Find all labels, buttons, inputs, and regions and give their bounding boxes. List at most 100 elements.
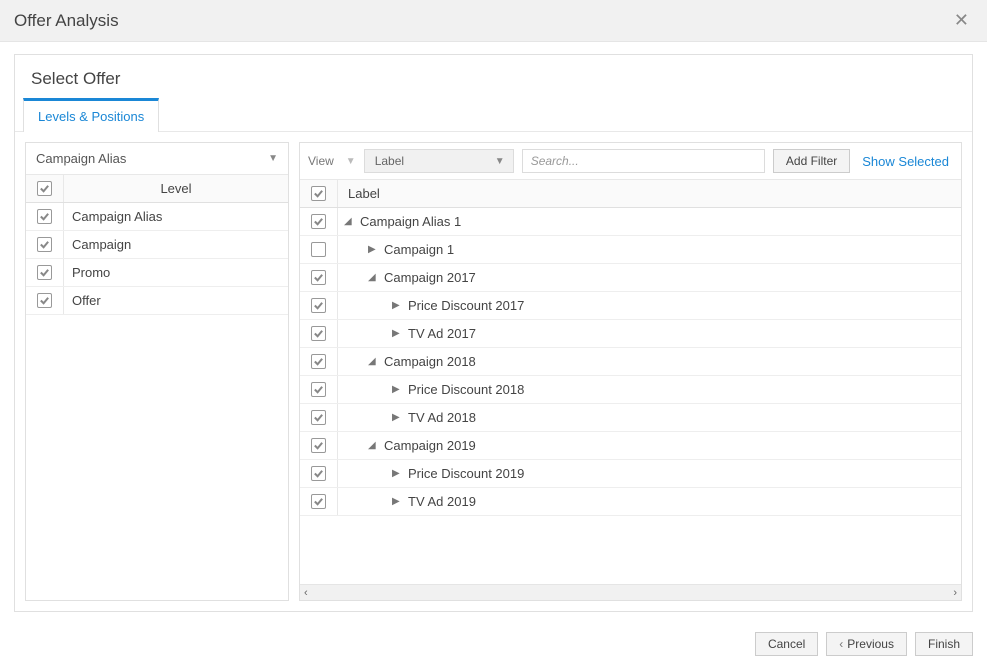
expand-icon[interactable]: ◢ (344, 216, 356, 227)
expand-icon[interactable]: ◢ (368, 356, 380, 367)
cancel-button[interactable]: Cancel (755, 632, 818, 656)
checkbox-icon (311, 466, 326, 481)
chevron-left-icon: ‹ (839, 637, 843, 651)
tree-row[interactable]: ◢ Campaign 2019 (300, 432, 961, 460)
tree-label: Campaign 2019 (384, 438, 476, 453)
level-checkbox[interactable] (26, 259, 64, 286)
collapse-icon[interactable]: ▶ (392, 384, 404, 395)
chevron-down-icon[interactable]: ▼ (346, 156, 356, 167)
tabs: Levels & Positions (15, 97, 972, 132)
grid-header: Label (300, 180, 961, 208)
level-label: Promo (64, 259, 288, 286)
collapse-icon[interactable]: ▶ (392, 412, 404, 423)
positions-pane: View ▼ Label ▼ Add Filter Show Selected (299, 142, 962, 601)
row-checkbox[interactable] (300, 404, 338, 431)
add-filter-button[interactable]: Add Filter (773, 149, 850, 173)
tree-label-cell: ▶ TV Ad 2019 (338, 489, 961, 514)
expand-icon[interactable]: ◢ (368, 440, 380, 451)
collapse-icon[interactable]: ▶ (392, 328, 404, 339)
level-row[interactable]: Promo (26, 259, 288, 287)
collapse-icon[interactable]: ▶ (392, 468, 404, 479)
level-checkbox[interactable] (26, 287, 64, 314)
tree-row[interactable]: ◢Campaign 2017 (300, 264, 961, 292)
tree-row[interactable]: ◢Campaign Alias 1 (300, 208, 961, 236)
chevron-down-icon: ▼ (268, 153, 278, 164)
checkbox-icon (311, 354, 326, 369)
checkbox-icon (37, 181, 52, 196)
horizontal-scrollbar[interactable]: ‹ › (300, 584, 961, 600)
tree-label-cell: ◢ Campaign 2019 (338, 433, 961, 458)
row-checkbox[interactable] (300, 348, 338, 375)
tree-row[interactable]: ▶Price Discount 2017 (300, 292, 961, 320)
tree-label-cell: ◢Campaign Alias 1 (338, 209, 961, 234)
collapse-icon[interactable]: ▶ (392, 496, 404, 507)
collapse-icon[interactable]: ▶ (392, 300, 404, 311)
row-checkbox[interactable] (300, 208, 338, 235)
panel-title: Select Offer (15, 55, 972, 97)
tree-label: TV Ad 2019 (408, 494, 476, 509)
tree-label-cell: ◢Campaign 2017 (338, 265, 961, 290)
row-checkbox[interactable] (300, 488, 338, 515)
row-checkbox[interactable] (300, 320, 338, 347)
level-label: Campaign Alias (64, 203, 288, 230)
tree-row[interactable]: ◢Campaign 2018 (300, 348, 961, 376)
tree-label-cell: ▶ Price Discount 2018 (338, 377, 961, 402)
row-checkbox[interactable] (300, 432, 338, 459)
level-row[interactable]: Offer (26, 287, 288, 315)
tree-row[interactable]: ▶TV Ad 2018 (300, 404, 961, 432)
tree-label-cell: ▶ TV Ad 2017 (338, 321, 961, 346)
checkbox-icon (311, 326, 326, 341)
level-row[interactable]: Campaign (26, 231, 288, 259)
levels-body: Campaign AliasCampaignPromoOffer (26, 203, 288, 315)
checkbox-icon (311, 186, 326, 201)
panel: Select Offer Levels & Positions Campaign… (14, 54, 973, 612)
grid-header-label: Label (338, 180, 961, 207)
row-checkbox[interactable] (300, 292, 338, 319)
scroll-left-icon[interactable]: ‹ (304, 587, 308, 599)
level-row[interactable]: Campaign Alias (26, 203, 288, 231)
close-icon[interactable]: ✕ (950, 10, 973, 31)
previous-button[interactable]: ‹ Previous (826, 632, 907, 656)
checkbox-icon (311, 438, 326, 453)
dialog-title: Offer Analysis (14, 11, 119, 31)
dialog: Offer Analysis ✕ Select Offer Levels & P… (0, 0, 987, 668)
levels-header-row: Level (26, 175, 288, 203)
levels-dropdown[interactable]: Campaign Alias ▼ (26, 143, 288, 175)
column-dropdown[interactable]: Label ▼ (364, 149, 514, 173)
level-checkbox[interactable] (26, 231, 64, 258)
checkbox-icon (311, 382, 326, 397)
row-checkbox[interactable] (300, 376, 338, 403)
expand-icon[interactable]: ◢ (368, 272, 380, 283)
tree-row[interactable]: ▶Price Discount 2019 (300, 460, 961, 488)
previous-button-label: Previous (847, 637, 894, 651)
grid-body: ◢Campaign Alias 1▶Campaign 1◢Campaign 20… (300, 208, 961, 584)
tree-row[interactable]: ▶Campaign 1 (300, 236, 961, 264)
tree-label-cell: ▶Price Discount 2017 (338, 293, 961, 318)
grid-select-all[interactable] (300, 180, 338, 207)
level-checkbox[interactable] (26, 203, 64, 230)
search-input[interactable] (522, 149, 765, 173)
checkbox-icon (311, 298, 326, 313)
tree-row[interactable]: ▶ TV Ad 2017 (300, 320, 961, 348)
tree-label-cell: ▶TV Ad 2018 (338, 405, 961, 430)
finish-button[interactable]: Finish (915, 632, 973, 656)
row-checkbox[interactable] (300, 236, 338, 263)
dialog-header: Offer Analysis ✕ (0, 0, 987, 42)
levels-pane: Campaign Alias ▼ Level Campaign AliasCam… (25, 142, 289, 601)
row-checkbox[interactable] (300, 460, 338, 487)
checkbox-icon (37, 265, 52, 280)
checkbox-icon (311, 270, 326, 285)
levels-dropdown-label: Campaign Alias (36, 151, 126, 166)
row-checkbox[interactable] (300, 264, 338, 291)
levels-select-all[interactable] (26, 175, 64, 202)
tree-label: Price Discount 2018 (408, 382, 524, 397)
show-selected-link[interactable]: Show Selected (858, 154, 953, 169)
tab-levels-positions[interactable]: Levels & Positions (23, 98, 159, 132)
view-label: View (308, 154, 336, 168)
scroll-right-icon[interactable]: › (953, 587, 957, 599)
tree-row[interactable]: ▶ TV Ad 2019 (300, 488, 961, 516)
checkbox-icon (311, 494, 326, 509)
tree-row[interactable]: ▶ Price Discount 2018 (300, 376, 961, 404)
collapse-icon[interactable]: ▶ (368, 244, 380, 255)
tree-label: TV Ad 2017 (408, 326, 476, 341)
